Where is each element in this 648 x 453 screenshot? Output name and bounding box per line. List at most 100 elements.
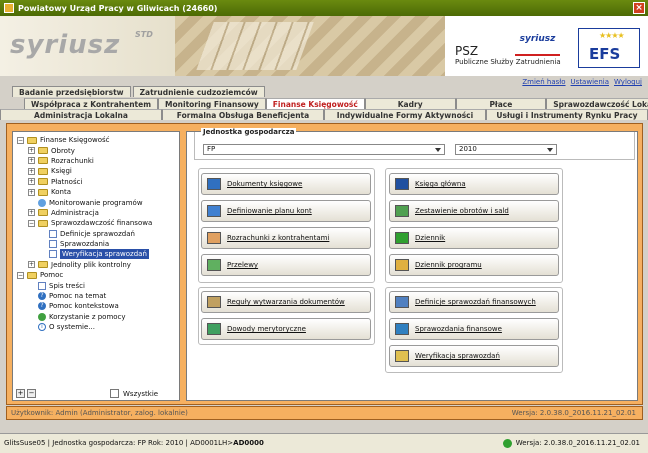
chevron-down-icon	[547, 148, 553, 152]
tree-item-label: Pomoc na temat	[49, 292, 107, 301]
tree-item[interactable]: + Konta	[17, 187, 177, 197]
verification-icon	[395, 350, 409, 362]
contractor-settlements-button[interactable]: Rozrachunki z kontrahentami	[201, 227, 371, 249]
substantive-evidence-button[interactable]: Dowody merytoryczne	[201, 318, 371, 340]
close-icon[interactable]: ×	[633, 2, 645, 14]
expand-toggle-icon[interactable]: +	[28, 178, 35, 186]
book-icon	[395, 178, 409, 190]
change-password-link[interactable]: Zmień hasło	[522, 78, 565, 86]
folder-icon	[38, 178, 48, 186]
banner-photo	[175, 16, 445, 76]
tree-item-label: Jednolity plik kontrolny	[51, 260, 131, 269]
doc-icon	[49, 229, 57, 238]
expand-toggle-icon[interactable]: +	[28, 188, 35, 196]
tree-item[interactable]: + Jednolity plik kontrolny	[17, 260, 177, 270]
tab-finanse-ksiegowosc[interactable]: Finanse Księgowość	[265, 98, 365, 109]
tree-item[interactable]: − Sprawozdawczość finansowa	[17, 218, 177, 228]
tree-item[interactable]: Korzystanie z pomocy	[17, 312, 177, 322]
tree-item[interactable]: ? Pomoc na temat	[17, 291, 177, 301]
tab-badanie-przedsiebiorstw[interactable]: Badanie przedsiębiorstw	[12, 86, 131, 97]
turnover-balance-button[interactable]: Zestawienie obrotów i sald	[389, 200, 559, 222]
app-icon	[4, 3, 14, 13]
tree-item[interactable]: ? Pomoc kontekstowa	[17, 301, 177, 311]
tab-formalna-obsluga[interactable]: Formalna Obsługa Beneficjenta	[162, 109, 324, 120]
bar-chart-icon	[395, 323, 409, 335]
tab-zatrudnienie-cudzoziemcow[interactable]: Zatrudnienie cudzoziemców	[132, 86, 265, 97]
version-label: Wersja: 2.0.38.0_2016.11.21_02.01	[511, 409, 636, 417]
expand-toggle-icon[interactable]: +	[28, 167, 35, 175]
folder-icon	[27, 136, 37, 144]
expand-toggle-icon[interactable]: +	[28, 209, 35, 217]
tree-item[interactable]: Monitorowanie programów	[17, 197, 177, 207]
tree-item-label: Rozrachunki	[51, 156, 94, 165]
doc-icon	[38, 281, 46, 290]
envelope-icon	[207, 259, 221, 271]
tab-uslugi-instrumenty[interactable]: Usługi i Instrumenty Rynku Pracy	[486, 109, 648, 120]
psz-logo: syriusz	[515, 34, 560, 56]
expand-toggle-icon[interactable]: +	[28, 157, 35, 165]
accounting-documents-button[interactable]: Dokumenty księgowe	[201, 173, 371, 195]
tree-item[interactable]: Definicje sprawozdań	[17, 229, 177, 239]
tree-item[interactable]: − Pomoc	[17, 270, 177, 280]
tree-item-label: Płatności	[51, 177, 83, 186]
transfers-button[interactable]: Przelewy	[201, 254, 371, 276]
tree-item[interactable]: Sprawozdania	[17, 239, 177, 249]
journal-button[interactable]: Dziennik	[389, 227, 559, 249]
tree-item-label: Monitorowanie programów	[49, 198, 143, 207]
settings-link[interactable]: Ustawienia	[571, 78, 609, 86]
status-code: AD0000	[233, 439, 264, 447]
tab-kadry[interactable]: Kadry	[364, 98, 456, 109]
navigation-tree-panel: − Finanse Księgowość + Obroty + Rozrachunki + K…	[12, 131, 180, 401]
user-info-bar: Użytkownik: Admin (Administrator, zalog.…	[6, 406, 643, 420]
tab-wspolpraca[interactable]: Współpraca z Kontrahentem	[24, 98, 159, 109]
business-unit-label: Jednostka gospodarcza	[201, 128, 297, 136]
tree-item[interactable]: + Płatności	[17, 177, 177, 187]
general-ledger-button[interactable]: Księga główna	[389, 173, 559, 195]
expand-all-button[interactable]: +	[16, 389, 25, 398]
expand-toggle-icon[interactable]: −	[17, 271, 24, 279]
tab-sprawozdawczosc-lokalna[interactable]: Sprawozdawczość Lokalna	[546, 98, 648, 109]
tree-item[interactable]: + Rozrachunki	[17, 156, 177, 166]
year-select[interactable]: 2010	[455, 144, 557, 155]
tree-item[interactable]: + Administracja	[17, 208, 177, 218]
tab-indywidualne-formy[interactable]: Indywidualne Formy Aktywności	[324, 109, 486, 120]
expand-toggle-icon[interactable]: +	[28, 261, 35, 269]
collapse-all-button[interactable]: −	[27, 389, 36, 398]
business-unit-select[interactable]: FP	[203, 144, 445, 155]
report-definitions-icon	[395, 296, 409, 308]
tree-item[interactable]: Spis treści	[17, 280, 177, 290]
tab-place[interactable]: Płace	[455, 98, 547, 109]
program-journal-button[interactable]: Dziennik programu	[389, 254, 559, 276]
financial-reports-button[interactable]: Sprawozdania finansowe	[389, 318, 559, 340]
evidence-icon	[207, 323, 221, 335]
report-verification-button[interactable]: Weryfikacja sprawozdań	[389, 345, 559, 367]
show-all-checkbox[interactable]	[110, 389, 119, 398]
tab-administracja-lokalna[interactable]: Administracja Lokalna	[0, 109, 162, 120]
yellow-book-icon	[395, 259, 409, 271]
tree-item[interactable]: + Obroty	[17, 145, 177, 155]
info-icon: i	[38, 323, 46, 332]
expand-toggle-icon[interactable]: +	[28, 147, 35, 155]
tree-item[interactable]: iO systemie...	[17, 322, 177, 332]
tree-item-label: Konta	[51, 188, 71, 197]
status-ok-icon	[502, 439, 512, 448]
tree-item[interactable]: + Księgi	[17, 166, 177, 176]
tree-item[interactable]: − Finanse Księgowość	[17, 135, 177, 145]
navigation-tree: − Finanse Księgowość + Obroty + Rozrachunki + K…	[17, 135, 177, 332]
folder-icon	[38, 167, 48, 175]
expand-toggle-icon[interactable]: −	[17, 136, 24, 144]
document-rules-button[interactable]: Reguły wytwarzania dokumentów	[201, 291, 371, 313]
financial-report-definitions-button[interactable]: Definicje sprawozdań finansowych	[389, 291, 559, 313]
logout-link[interactable]: Wyloguj	[614, 78, 642, 86]
tab-monitoring-finansowy[interactable]: Monitoring Finansowy	[158, 98, 266, 109]
chart-of-accounts-button[interactable]: Definiowanie planu kont	[201, 200, 371, 222]
tree-item[interactable]: Weryfikacja sprawozdań	[17, 249, 177, 260]
tree-item-label: Korzystanie z pomocy	[49, 312, 126, 321]
expand-toggle-icon[interactable]: −	[28, 219, 35, 227]
folder-icon	[27, 271, 37, 279]
